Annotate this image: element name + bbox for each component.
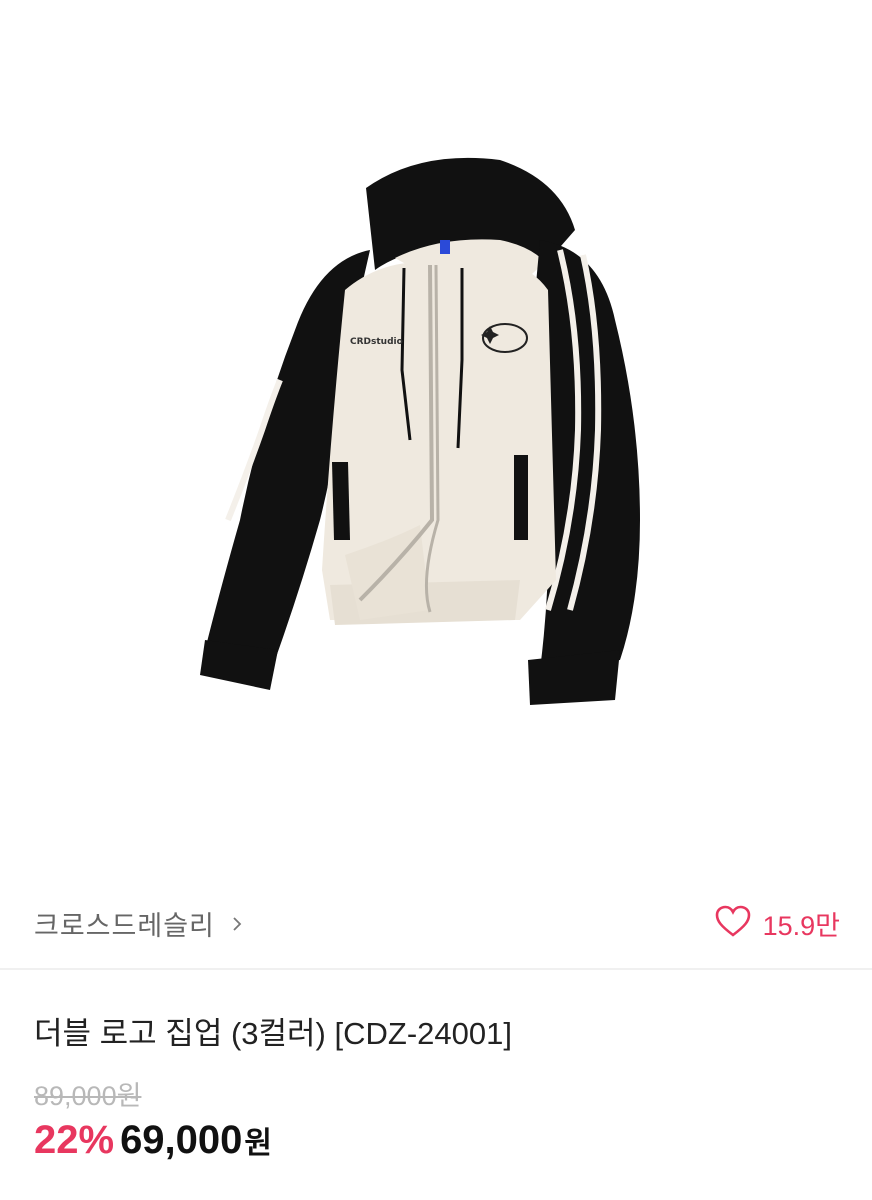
product-image[interactable]: CRDstudio xyxy=(0,0,872,870)
discount-rate: 22% xyxy=(34,1118,115,1162)
brand-link[interactable]: 크로스드레슬리 xyxy=(34,904,243,943)
like-count: 15.9만 xyxy=(762,910,840,941)
chevron-right-icon xyxy=(231,917,243,931)
price-row: 22% 69,000 원 xyxy=(34,1118,272,1163)
sale-price: 69,000 xyxy=(120,1118,243,1162)
svg-text:CRDstudio: CRDstudio xyxy=(350,337,403,347)
heart-outline-icon xyxy=(715,905,751,942)
brand-row: 크로스드레슬리 15.9만 xyxy=(0,880,872,966)
brand-name: 크로스드레슬리 xyxy=(34,910,215,941)
currency-label: 원 xyxy=(244,1127,273,1160)
jacket-illustration: CRDstudio xyxy=(200,157,640,705)
like-button[interactable]: 15.9만 xyxy=(715,904,840,943)
original-price: 89,000원 xyxy=(34,1081,142,1111)
product-title: 더블 로고 집업 (3컬러) [CDZ-24001] xyxy=(34,1016,512,1051)
divider xyxy=(0,968,872,970)
